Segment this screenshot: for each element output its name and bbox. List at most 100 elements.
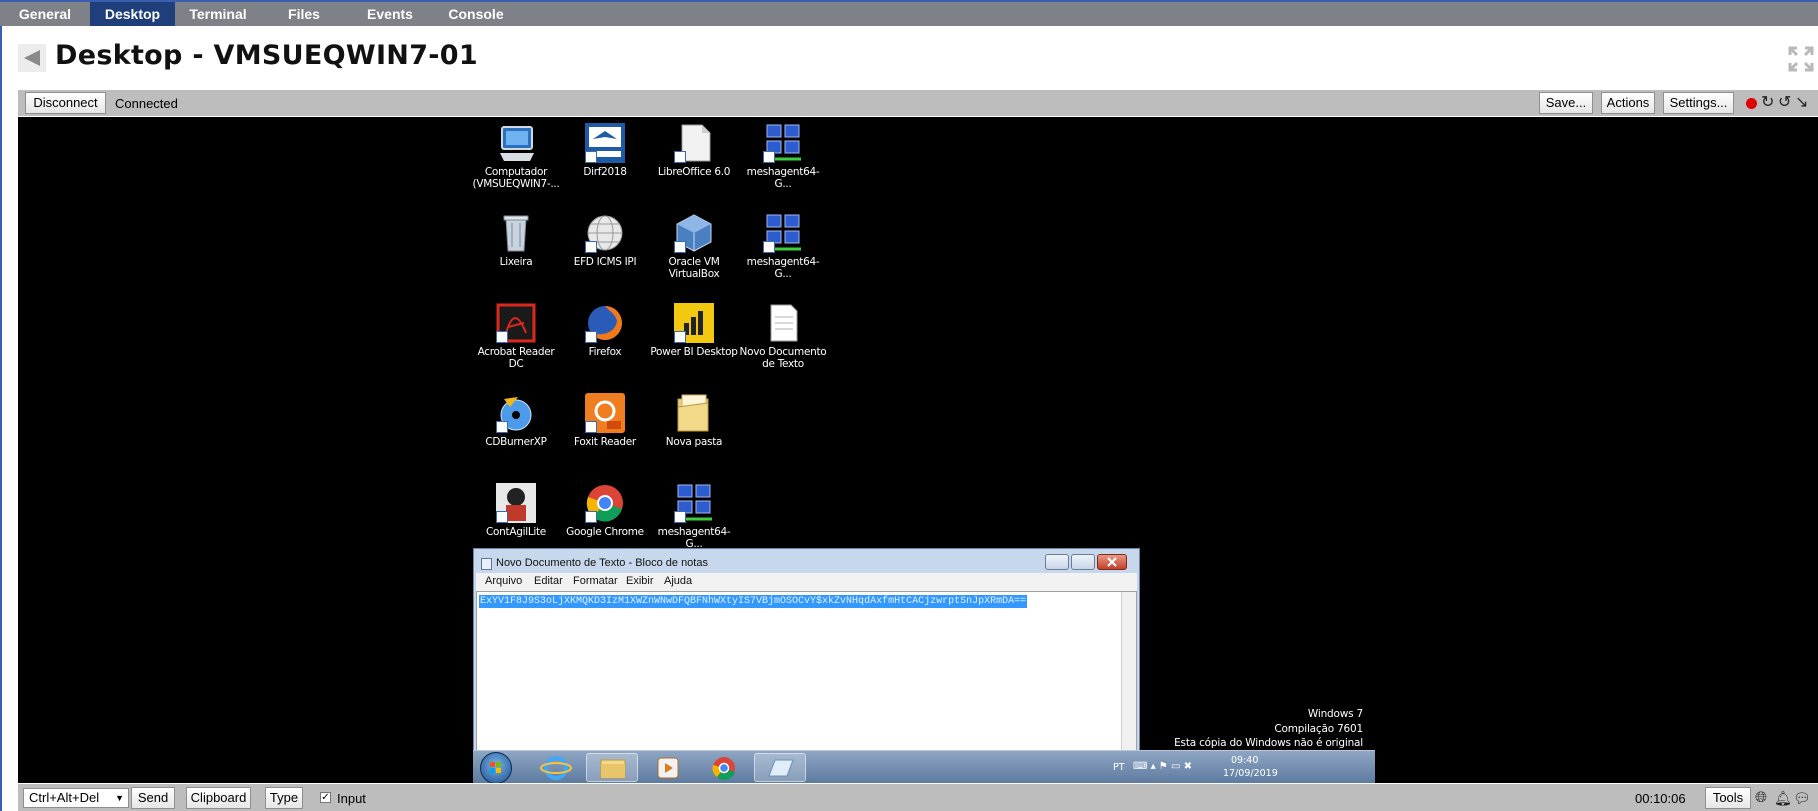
shortcut-arrow-icon — [496, 511, 508, 523]
desktop-icon-dirf2018[interactable]: Dirf2018 — [561, 123, 649, 178]
bottom-toolbar: Ctrl+Alt+Del ▼ Send Clipboard Type ✓ Inp… — [18, 784, 1818, 811]
start-button[interactable] — [480, 752, 512, 783]
shortcut-arrow-icon — [496, 421, 508, 433]
taskbar-media-player[interactable] — [642, 753, 694, 782]
input-checkbox[interactable]: ✓ — [320, 792, 331, 803]
vertical-scrollbar[interactable] — [1121, 592, 1136, 754]
desktop-icon-libreoffice[interactable]: LibreOffice 6.0 — [650, 123, 738, 178]
shortcut-arrow-icon — [585, 421, 597, 433]
tab-general[interactable]: General — [0, 2, 90, 26]
save-button[interactable]: Save... — [1539, 92, 1593, 114]
shortcut-arrow-icon — [585, 511, 597, 523]
folder-icon — [674, 393, 714, 433]
windows-logo-icon — [490, 762, 501, 773]
maximize-button[interactable] — [1071, 554, 1095, 570]
rotate-clockwise-icon[interactable]: ↻ — [1761, 95, 1774, 111]
menu-arquivo[interactable]: Arquivo — [485, 575, 522, 587]
desktop-icon-cdburnerxp[interactable]: CDBurnerXP — [472, 393, 560, 448]
firefox-icon — [585, 303, 625, 343]
connection-status: Connected — [115, 96, 178, 111]
notepad-title: Novo Documento de Texto - Bloco de notas — [496, 557, 708, 569]
chat-icon[interactable]: 💬︎ — [1793, 790, 1811, 806]
desktop-icon-virtualbox[interactable]: Oracle VM VirtualBox — [650, 213, 738, 280]
disconnect-button[interactable]: Disconnect — [25, 92, 106, 114]
internet-explorer-icon — [540, 756, 572, 780]
desktop-icon-powerbi[interactable]: Power BI Desktop — [650, 303, 738, 358]
shortcut-arrow-icon — [674, 241, 686, 253]
recycle-bin-icon — [496, 213, 536, 253]
rotate-counterclockwise-icon[interactable]: ↺ — [1778, 95, 1791, 111]
desktop-icon-chrome[interactable]: Google Chrome — [561, 483, 649, 538]
left-border — [0, 26, 2, 811]
menu-formatar[interactable]: Formatar — [573, 575, 618, 587]
chrome-icon — [712, 757, 735, 780]
virtualbox-icon — [674, 213, 714, 253]
taskbar-explorer[interactable] — [586, 753, 638, 782]
desktop-icon-acrobat[interactable]: Acrobat Reader DC — [472, 303, 560, 370]
taskbar-chrome[interactable] — [698, 753, 750, 782]
globe-icon — [585, 213, 625, 253]
close-icon — [1107, 557, 1117, 567]
clock-time[interactable]: 09:40 — [1231, 755, 1258, 766]
tools-button[interactable]: Tools — [1705, 787, 1751, 809]
desktop-icon-meshagent-3[interactable]: meshagent64-G... — [650, 483, 738, 550]
watermark-line-2: Compilação 7601 — [1274, 723, 1363, 735]
notepad-menubar: Arquivo Editar Formatar Exibir Ajuda — [476, 573, 1137, 591]
desktop-icon-contagillite[interactable]: ContAgilLite — [472, 483, 560, 538]
notepad-icon — [768, 759, 794, 777]
remote-desktop-view[interactable]: Computador (VMSUEQWIN7-... Dirf2018 Libr… — [18, 117, 1818, 783]
desktop-icon-novo-documento[interactable]: Novo Documento de Texto — [739, 303, 827, 370]
actions-button[interactable]: Actions — [1601, 92, 1655, 114]
desktop-icon-nova-pasta[interactable]: Nova pasta — [650, 393, 738, 448]
tab-desktop[interactable]: Desktop — [90, 2, 175, 26]
notepad-window[interactable]: Novo Documento de Texto - Bloco de notas… — [473, 548, 1140, 756]
menu-editar[interactable]: Editar — [534, 575, 563, 587]
clipboard-button[interactable]: Clipboard — [186, 787, 251, 809]
menu-exibir[interactable]: Exibir — [626, 575, 654, 587]
notification-bell-icon[interactable]: 🔔︎ — [1774, 790, 1792, 806]
taskbar-notepad[interactable] — [754, 753, 806, 782]
shortcut-arrow-icon — [763, 151, 775, 163]
desktop-icon-meshagent-2[interactable]: meshagent64-G... — [739, 213, 827, 280]
desktop-icon-foxit[interactable]: Foxit Reader — [561, 393, 649, 448]
type-button[interactable]: Type — [265, 787, 303, 809]
send-button[interactable]: Send — [131, 787, 175, 809]
tab-events[interactable]: Events — [347, 2, 433, 26]
meshagent-icon — [763, 123, 803, 163]
menu-ajuda[interactable]: Ajuda — [664, 575, 692, 587]
resize-icon[interactable]: ↘ — [1795, 95, 1808, 111]
shortcut-arrow-icon — [674, 151, 686, 163]
back-arrow-icon — [24, 50, 40, 66]
record-icon[interactable] — [1746, 98, 1757, 109]
taskbar-internet-explorer[interactable] — [530, 753, 582, 782]
settings-button[interactable]: Settings... — [1663, 92, 1734, 114]
close-button[interactable] — [1097, 554, 1127, 570]
shortcut-arrow-icon — [674, 331, 686, 343]
globe-icon[interactable]: 🌐︎ — [1755, 790, 1767, 806]
shortcut-arrow-icon — [763, 241, 775, 253]
desktop-icon-firefox[interactable]: Firefox — [561, 303, 649, 358]
fullscreen-icon[interactable] — [1788, 46, 1814, 72]
desktop-icon-efd-icms-ipi[interactable]: EFD ICMS IPI — [561, 213, 649, 268]
windows-taskbar: PT ⌨ ▴ ⚑ ▭ ✖ 09:40 17/09/2019 — [473, 750, 1375, 783]
clock-date[interactable]: 17/09/2019 — [1223, 768, 1278, 779]
desktop-icon-computador[interactable]: Computador (VMSUEQWIN7-... — [472, 123, 560, 190]
language-indicator[interactable]: PT — [1113, 762, 1125, 773]
desktop-icon-meshagent-1[interactable]: meshagent64-G... — [739, 123, 827, 190]
keyboard-icon[interactable]: ⌨ ▴ ⚑ ▭ ✖ — [1133, 761, 1192, 772]
watermark-line-1: Windows 7 — [1307, 708, 1363, 720]
tab-terminal[interactable]: Terminal — [175, 2, 261, 26]
powerbi-icon — [674, 303, 714, 343]
minimize-button[interactable] — [1045, 554, 1069, 570]
tab-files[interactable]: Files — [261, 2, 347, 26]
back-button[interactable] — [18, 44, 46, 72]
shortcut-arrow-icon — [674, 511, 686, 523]
selected-text: ExYV1F8J9S3oLjXKMQKD3IzM1XWZnWNwDFQBFNhW… — [479, 595, 1028, 608]
shortcut-arrow-icon — [585, 241, 597, 253]
contagil-icon — [496, 483, 536, 523]
notepad-text-area[interactable]: ExYV1F8J9S3oLjXKMQKD3IzM1XWZnWNwDFQBFNhW… — [476, 591, 1137, 755]
key-combo-select[interactable]: Ctrl+Alt+Del ▼ — [23, 788, 129, 808]
desktop-icon-lixeira[interactable]: Lixeira — [472, 213, 560, 268]
tab-console[interactable]: Console — [433, 2, 519, 26]
media-player-icon — [657, 757, 679, 779]
